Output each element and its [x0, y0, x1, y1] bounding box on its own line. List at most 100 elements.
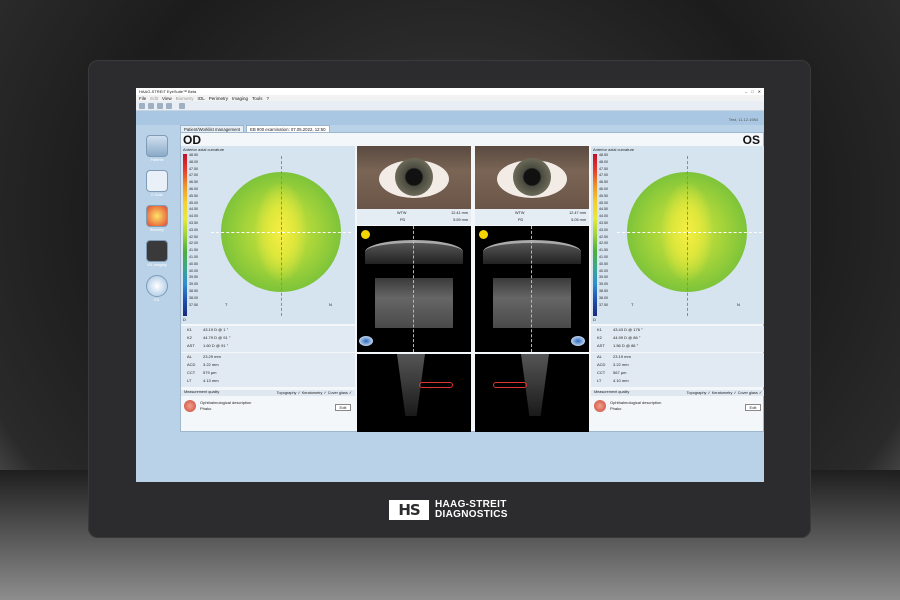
- close-icon[interactable]: ✕: [758, 89, 761, 94]
- row-value: 44.99 D @ 86 °: [613, 335, 641, 340]
- minimize-icon[interactable]: –: [745, 89, 747, 94]
- row-label: ACD: [187, 362, 196, 367]
- left-navigation: Patients E-Suite Biometry IOL Imaging IO…: [136, 132, 180, 432]
- od-edit-button[interactable]: Edit: [335, 404, 351, 411]
- os-wtw-pd: WTW 12.47 mm PD 5.05 mm: [475, 209, 589, 225]
- nav-esuite[interactable]: E-Suite: [144, 170, 170, 197]
- os-cornea: [483, 240, 581, 264]
- od-keratometry-table: K1 43.19 D @ 1 ° K2 44.79 D @ 91 ° AST 1.60 D…: [181, 326, 355, 352]
- os-oct-scan[interactable]: [475, 226, 589, 352]
- scale-label: 46.50: [189, 180, 198, 185]
- scale-label: 42.50: [189, 234, 198, 239]
- os-scan-axis: [531, 226, 532, 352]
- nav-patients[interactable]: Patients: [144, 135, 170, 162]
- scale-label: 43.00: [599, 227, 608, 232]
- row-value: 579 µm: [203, 370, 217, 375]
- os-vertical-axis: [687, 156, 688, 316]
- scale-label: 43.50: [189, 220, 198, 225]
- tab-strip: [136, 111, 764, 125]
- row-value: 44.79 D @ 91 °: [203, 335, 231, 340]
- scale-label: 38.50: [189, 288, 198, 293]
- nav-iol[interactable]: IOL: [144, 275, 170, 302]
- row-label: ACD: [597, 362, 606, 367]
- menu-imaging[interactable]: Imaging: [232, 96, 248, 101]
- os-topography-panel: Anterior axial curvature 48.50 48.00 47.50…: [591, 146, 764, 324]
- scale-label: 42.50: [599, 234, 608, 239]
- scale-label: 47.00: [189, 173, 198, 178]
- brand-logo: HS HAAG-STREIT DIAGNOSTICS: [389, 500, 508, 520]
- row-label: K1: [597, 327, 602, 332]
- nav-biometry[interactable]: Biometry: [144, 205, 170, 232]
- os-eye-orientation-icon[interactable]: [571, 336, 585, 346]
- nav-iol-imaging[interactable]: IOL Imaging: [144, 240, 170, 267]
- screen: HAAG-STREIT EyeSuite™ Beta – □ ✕ File Edit…: [136, 88, 764, 482]
- od-lens: [375, 278, 453, 328]
- od-axis-d: D: [183, 317, 186, 322]
- scale-label: 40.50: [189, 261, 198, 266]
- row-label: AL: [597, 354, 602, 359]
- od-iris: [395, 158, 433, 196]
- menu-biometry[interactable]: Biometry: [176, 96, 194, 101]
- save-icon[interactable]: [148, 102, 154, 109]
- camera-icon: [146, 170, 168, 192]
- row-label: AST: [597, 343, 605, 348]
- scale-label: 48.50: [189, 153, 198, 157]
- od-cornea: [365, 240, 463, 264]
- row-value: 1.56 D @ 86 °: [613, 343, 639, 348]
- current-patient: Test, 11.12.1984: [728, 117, 758, 122]
- scale-label: 46.50: [599, 180, 608, 185]
- imaging-icon: [146, 240, 168, 262]
- tab-examination[interactable]: EB 900 examination: 07.05.2022, 12:50: [246, 125, 330, 132]
- scale-label: 46.00: [189, 186, 198, 191]
- os-scan-indicator-icon: [479, 230, 488, 239]
- os-lens: [493, 278, 571, 328]
- examination-view: OD OS Anterior axial curvature 48.50 48.0…: [180, 132, 764, 432]
- row-value: 3.22 mm: [613, 362, 629, 367]
- export-icon[interactable]: [166, 102, 172, 109]
- os-description: Ophthalmological description Phako Edit: [591, 398, 764, 418]
- scale-label: 38.50: [599, 288, 608, 293]
- scale-label: 48.00: [189, 159, 198, 164]
- row-label: K2: [187, 335, 192, 340]
- od-eye-photo[interactable]: [357, 146, 471, 209]
- row-label: AST: [187, 343, 195, 348]
- tab-patient-worklist[interactable]: Patient/Worklist management: [180, 125, 245, 132]
- row-label: CCT: [597, 370, 606, 375]
- os-edit-button[interactable]: Edit: [745, 404, 761, 411]
- menu-help[interactable]: ?: [267, 96, 270, 101]
- od-scan-axis: [413, 226, 414, 352]
- settings-icon[interactable]: [179, 102, 185, 109]
- od-measurement-quality: Measurement quality Topography ✓ Keratom…: [181, 390, 355, 396]
- scale-label: 41.00: [599, 254, 608, 259]
- os-measurement-quality: Measurement quality Topography ✓ Keratom…: [591, 390, 764, 396]
- row-label: K1: [187, 327, 192, 332]
- menu-iol[interactable]: IOL: [197, 96, 204, 101]
- scale-label: 45.00: [189, 200, 198, 205]
- menu-perimetry[interactable]: Perimetry: [209, 96, 228, 101]
- menu-view[interactable]: View: [162, 96, 172, 101]
- os-axis-t: T: [631, 302, 634, 307]
- od-scale-labels: 48.50 48.00 47.50 47.00 46.50 46.00 45.50 45.00…: [189, 152, 198, 308]
- os-label: OS: [742, 133, 760, 147]
- od-oct-scan[interactable]: [357, 226, 471, 352]
- row-label: CCT: [187, 370, 196, 375]
- os-eye-photo[interactable]: [475, 146, 589, 209]
- print-icon[interactable]: [157, 102, 163, 109]
- scale-label: 45.50: [189, 193, 198, 198]
- menu-edit[interactable]: Edit: [150, 96, 158, 101]
- new-icon[interactable]: [139, 102, 145, 109]
- scale-label: 38.00: [599, 295, 608, 300]
- row-label: LT: [187, 378, 192, 383]
- menu-tools[interactable]: Tools: [252, 96, 263, 101]
- os-axial-scan[interactable]: [475, 354, 589, 432]
- od-axial-scan[interactable]: [357, 354, 471, 432]
- scale-label: 45.50: [599, 193, 608, 198]
- window-title: HAAG-STREIT EyeSuite™ Beta: [139, 89, 197, 94]
- menu-file[interactable]: File: [139, 96, 146, 101]
- scale-label: 39.50: [189, 275, 198, 280]
- maximize-icon[interactable]: □: [751, 89, 753, 94]
- od-biometry-table: AL 23.29 mm ACD 3.22 mm CCT 579 µm LT 4.13 mm: [181, 353, 355, 387]
- scale-label: 45.00: [599, 200, 608, 205]
- row-label: K2: [597, 335, 602, 340]
- od-eye-orientation-icon[interactable]: [359, 336, 373, 346]
